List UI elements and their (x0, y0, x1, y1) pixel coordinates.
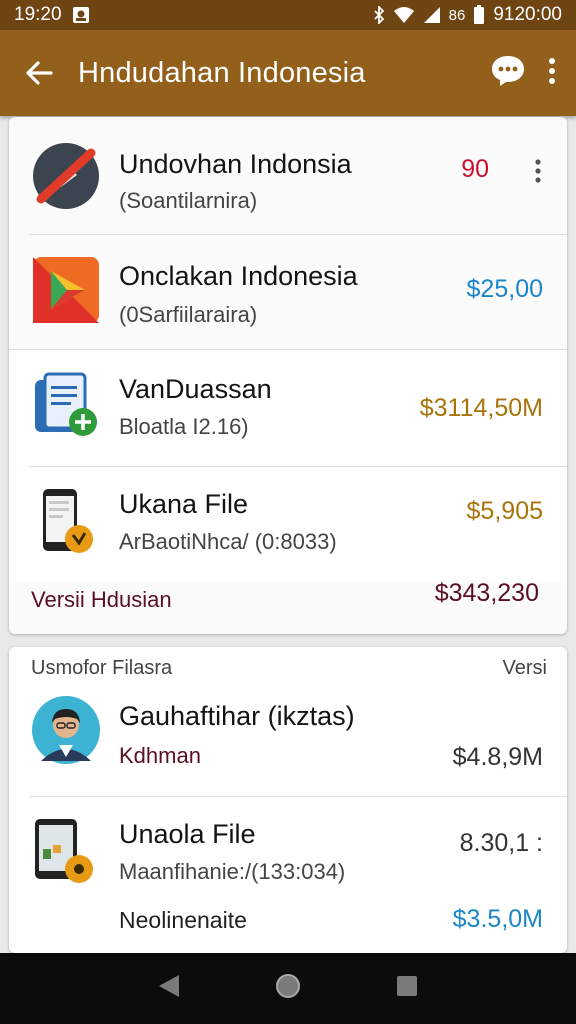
footer-label: Versii Hdusian (31, 587, 172, 612)
app-name: Undovhan Indonsia (119, 149, 352, 179)
nav-recents-button[interactable] (395, 974, 419, 1003)
section-header-right: Versi (502, 657, 547, 679)
wifi-icon (393, 6, 415, 24)
card-footer: Versii Hdusian $343,230 (9, 579, 567, 629)
list-item[interactable]: Gauhaftihar (ikztas) Kdhman $4.8,9M (9, 687, 567, 797)
app-subtitle: ArBaotiNhca/ (0:8033) (119, 529, 337, 554)
app-price: $5,905 (466, 497, 543, 525)
app-subtitle: Bloatla I2.16) (119, 414, 249, 439)
footer-value: $343,230 (434, 579, 539, 607)
more-vert-icon (535, 159, 541, 183)
app-name: Onclakan Indonesia (119, 261, 358, 291)
app-price: $25,00 (466, 275, 543, 303)
item-footer-value: $3.5,0M (452, 905, 543, 933)
list-item[interactable]: Undovhan Indonsia (Soantilarnira) 90 (9, 117, 567, 234)
item-subtitle: Kdhman (119, 743, 201, 768)
section-header-label: Usmofor Filasra (31, 657, 173, 679)
app-name: VanDuassan (119, 374, 272, 404)
signal-icon (423, 6, 441, 24)
blocked-app-icon (31, 141, 101, 211)
nav-back-button[interactable] (157, 973, 181, 1004)
nav-home-button[interactable] (274, 972, 302, 1005)
item-name: Unaola File (119, 819, 256, 849)
page-title: Hndudahan Indonesia (78, 56, 366, 89)
play-store-icon (31, 255, 101, 325)
app-name: Ukana File (119, 489, 249, 519)
document-app-icon (31, 372, 101, 442)
app-subtitle: (0Sarfiilaraira) (119, 302, 258, 327)
list-item[interactable]: Ukana File ArBaotiNhca/ (0:8033) $5,905 (9, 467, 567, 583)
item-footer-label: Neolinenaite (119, 907, 247, 933)
list-item[interactable]: VanDuassan Bloatla I2.16) $3114,50M (9, 350, 567, 466)
overflow-menu-button[interactable] (548, 57, 556, 90)
file-list-card: Usmofor Filasra Versi Gauhaftihar (ikzta… (9, 647, 567, 953)
app-subtitle: (Soantilarnira) (119, 188, 258, 213)
item-price: 8.30,1 : (459, 829, 543, 857)
circle-home-icon (275, 974, 300, 998)
app-price: $3114,50M (419, 394, 543, 422)
section-header: Usmofor Filasra Versi (31, 657, 547, 680)
image-notification-icon (72, 6, 90, 24)
phone-file-icon (31, 815, 101, 885)
back-button[interactable] (0, 30, 78, 116)
bluetooth-icon (373, 6, 385, 24)
item-subtitle: Maanfihanie:/(133:034) (119, 859, 346, 884)
list-item[interactable]: Unaola File Maanfihanie:/(133:034) 8.30,… (9, 797, 567, 947)
battery-icon (473, 5, 485, 25)
item-name: Gauhaftihar (ikztas) (119, 701, 355, 731)
phone-file-icon (31, 487, 101, 557)
more-vert-icon (549, 57, 555, 84)
avatar (31, 695, 101, 765)
status-time-right: 9120:00 (493, 4, 562, 25)
chat-icon (492, 55, 524, 86)
back-arrow-icon (26, 61, 53, 85)
app-list-card: Undovhan Indonsia (Soantilarnira) 90 Onc… (9, 117, 567, 634)
item-price: $4.8,9M (452, 743, 543, 771)
status-time-left: 19:20 (14, 4, 62, 25)
navigation-bar (0, 953, 576, 1024)
app-price: 90 (461, 155, 489, 183)
square-recents-icon (397, 976, 418, 996)
battery-percent: 86 (448, 6, 466, 24)
item-more-button[interactable] (535, 159, 541, 188)
status-bar: 19:20 86 9120:00 (0, 0, 576, 30)
app-bar: Hndudahan Indonesia (0, 30, 576, 116)
chat-button[interactable] (490, 54, 526, 93)
triangle-back-icon (158, 975, 179, 997)
list-item[interactable]: Onclakan Indonesia (0Sarfiilaraira) $25,… (9, 235, 567, 349)
